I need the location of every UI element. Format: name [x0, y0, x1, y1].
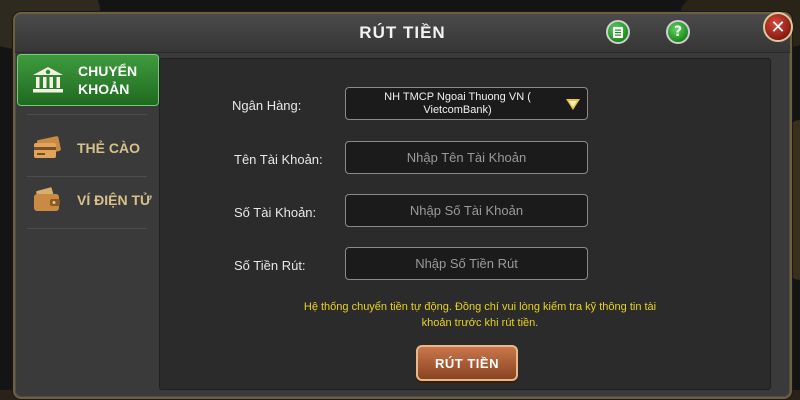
bank-icon [28, 64, 68, 96]
account-name-field[interactable]: Nhập Tên Tài Khoản [345, 141, 588, 174]
account-number-field[interactable]: Nhập Số Tài Khoản [345, 194, 588, 227]
sidebar-item-chuyen-khoan[interactable]: CHUYỂN KHOẢN [17, 54, 159, 106]
sidebar-item-label: VÍ ĐIỆN TỬ [77, 192, 152, 208]
sidebar-item-vi-dien-tu[interactable]: VÍ ĐIỆN TỬ [17, 174, 159, 226]
notes-icon [613, 26, 623, 38]
help-button[interactable]: ? [666, 20, 690, 44]
sidebar-item-label: KHOẢN [78, 81, 130, 97]
bank-select-value: NH TMCP Ngoai Thuong VN ( VietcomBank) [384, 90, 531, 116]
bank-label: Ngân Hàng: [232, 98, 302, 113]
close-button[interactable]: ✕ [763, 12, 793, 42]
divider [27, 114, 147, 115]
withdraw-dialog: RÚT TIỀN ? ✕ CHUYỂN KHOẢN THẺ CÀO VÍ ĐIỆ… [13, 12, 793, 399]
bank-select[interactable]: NH TMCP Ngoai Thuong VN ( VietcomBank) [345, 87, 588, 120]
account-name-label: Tên Tài Khoản: [234, 152, 323, 167]
card-icon [27, 132, 67, 164]
notice-text: Hệ thống chuyển tiền tự động. Đồng chí v… [303, 301, 657, 329]
amount-label: Số Tiền Rút: [234, 258, 306, 273]
sidebar: CHUYỂN KHOẢN THẺ CÀO VÍ ĐIỆN TỬ [17, 54, 159, 374]
withdraw-form: Ngân Hàng: NH TMCP Ngoai Thuong VN ( Vie… [159, 58, 771, 390]
withdraw-button[interactable]: RÚT TIỀN [416, 345, 518, 381]
wallet-icon [27, 184, 67, 216]
help-icon: ? [673, 24, 683, 40]
notes-button[interactable] [606, 20, 630, 44]
sidebar-item-label: THẺ CÀO [77, 140, 140, 156]
sidebar-item-label: CHUYỂN [78, 63, 138, 79]
title-bar: RÚT TIỀN ? [15, 14, 790, 53]
sidebar-item-the-cao[interactable]: THẺ CÀO [17, 122, 159, 174]
chevron-down-icon [566, 99, 580, 110]
divider [27, 228, 147, 229]
close-icon: ✕ [770, 16, 786, 38]
account-number-label: Số Tài Khoản: [234, 205, 317, 220]
amount-field[interactable]: Nhập Số Tiền Rút [345, 247, 588, 280]
